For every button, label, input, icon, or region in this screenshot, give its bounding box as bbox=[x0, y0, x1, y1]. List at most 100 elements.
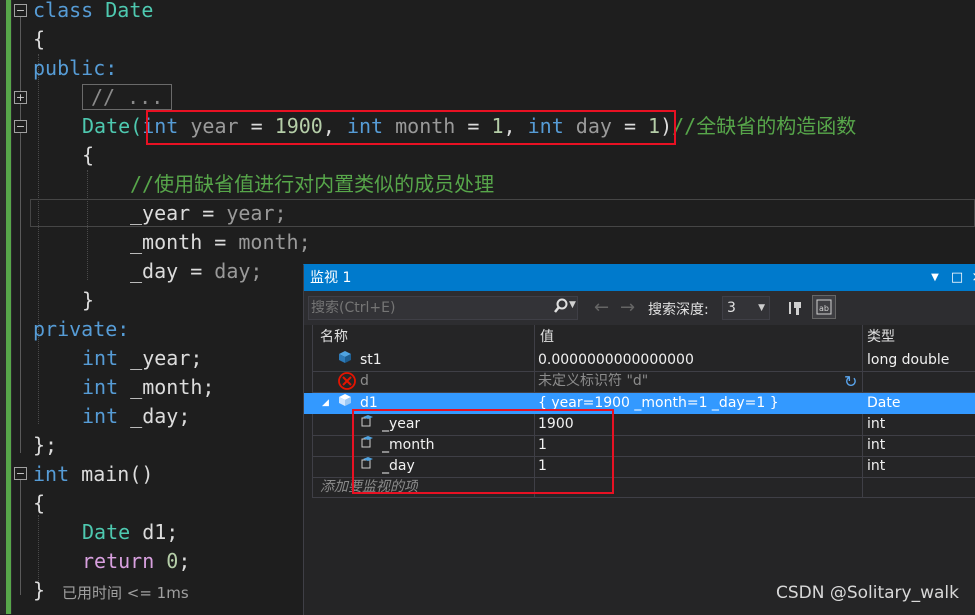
table-row[interactable]: st1 0.0000000000000000 long double bbox=[304, 350, 975, 371]
keyword: class bbox=[33, 0, 94, 22]
depth-label: 搜索深度: bbox=[648, 302, 709, 318]
watch-name: st1 bbox=[360, 352, 382, 368]
elapsed-time-hint: 已用时间 <= 1ms bbox=[62, 584, 189, 602]
search-icon[interactable] bbox=[553, 298, 569, 320]
code-line-6[interactable]: { bbox=[82, 141, 94, 170]
row-divider bbox=[312, 497, 975, 498]
code-line-16[interactable]: }; bbox=[33, 431, 57, 460]
table-row[interactable]: d 未定义标识符 "d" ↻ bbox=[304, 371, 975, 392]
code-line-4[interactable]: // ... bbox=[82, 83, 173, 112]
class-name: Date bbox=[105, 0, 154, 22]
comment: //全缺省的构造函数 bbox=[672, 114, 857, 138]
watermark: CSDN @Solitary_walk bbox=[775, 583, 959, 603]
constructor-name: Date( bbox=[82, 114, 143, 138]
code-line-3[interactable]: public: bbox=[33, 54, 117, 83]
back-arrow-icon[interactable]: ← bbox=[594, 297, 609, 318]
column-header-name[interactable]: 名称 bbox=[320, 325, 530, 349]
depth-value: 3 bbox=[727, 300, 736, 316]
expand-triangle-icon[interactable]: ◢ bbox=[322, 393, 329, 414]
refresh-icon[interactable]: ↻ bbox=[844, 371, 857, 392]
variable: d1; bbox=[130, 520, 179, 544]
watch-toolbar: ▼ ← → bbox=[304, 291, 975, 325]
code-line-8[interactable]: _year = year; bbox=[130, 199, 287, 228]
code-line-21[interactable]: } bbox=[33, 576, 45, 605]
code-line-2[interactable]: { bbox=[33, 25, 45, 54]
code-line-18[interactable]: { bbox=[33, 489, 45, 518]
indent-guide bbox=[38, 515, 39, 585]
operator: = bbox=[178, 259, 215, 283]
forward-arrow-icon[interactable]: → bbox=[620, 297, 635, 318]
watch-value[interactable]: 0.0000000000000000 bbox=[538, 350, 694, 371]
fold-line bbox=[20, 480, 21, 595]
watch-type: Date bbox=[867, 395, 901, 411]
watch-type: int bbox=[867, 437, 886, 453]
keyword: int bbox=[33, 462, 70, 486]
function-name: main() bbox=[69, 462, 154, 486]
maximize-icon[interactable]: □ bbox=[948, 265, 966, 291]
keyword: int bbox=[82, 404, 119, 428]
close-icon[interactable]: × bbox=[968, 265, 975, 291]
operator: = bbox=[202, 230, 239, 254]
keyword: int bbox=[82, 375, 119, 399]
search-box[interactable]: ▼ bbox=[308, 296, 578, 320]
comment: //使用缺省值进行对内置类似的成员处理 bbox=[130, 172, 495, 196]
brace: { bbox=[82, 143, 95, 167]
dropdown-arrow-icon[interactable]: ▼ bbox=[926, 265, 944, 291]
code-line-17[interactable]: int main() bbox=[33, 460, 153, 489]
variable-icon bbox=[338, 393, 352, 414]
parameter: month; bbox=[238, 230, 311, 254]
fold-toggle-icon[interactable]: − bbox=[14, 467, 27, 480]
semicolon: ; bbox=[178, 549, 191, 573]
column-header-value[interactable]: 值 bbox=[540, 325, 860, 349]
collapsed-region[interactable]: // ... bbox=[82, 84, 173, 110]
code-line-7[interactable]: //使用缺省值进行对内置类似的成员处理 bbox=[130, 170, 494, 199]
keyword: int bbox=[82, 346, 119, 370]
error-icon bbox=[338, 372, 356, 393]
search-input[interactable] bbox=[311, 299, 541, 317]
fold-line bbox=[20, 17, 21, 91]
fold-line bbox=[20, 133, 21, 453]
depth-select[interactable]: 3 ▼ bbox=[722, 296, 770, 320]
code-line-12[interactable]: private: bbox=[33, 315, 129, 344]
member: _day; bbox=[118, 404, 191, 428]
code-line-14[interactable]: int _month; bbox=[82, 373, 214, 402]
code-line-9[interactable]: _month = month; bbox=[130, 228, 311, 257]
keyword: return bbox=[82, 549, 155, 573]
code-line-11[interactable]: } bbox=[82, 286, 94, 315]
code-line-20[interactable]: return 0; bbox=[82, 547, 190, 576]
brace: }; bbox=[33, 433, 58, 457]
parameter: year; bbox=[226, 201, 287, 225]
watch-window[interactable]: 监视 1 ▼ □ × ▼ ← → 搜索深度: 3▼ ab 名称 值 类型 st1… bbox=[303, 264, 975, 615]
code-line-1[interactable]: class Date bbox=[33, 0, 153, 25]
access-specifier: public: bbox=[33, 56, 118, 80]
chevron-down-icon: ▼ bbox=[758, 303, 765, 313]
code-line-13[interactable]: int _year; bbox=[82, 344, 202, 373]
highlight-box-params bbox=[146, 110, 676, 145]
variable-icon bbox=[338, 350, 352, 371]
member: _day bbox=[130, 259, 179, 283]
code-line-10[interactable]: _day = day; bbox=[130, 257, 262, 286]
code-line-15[interactable]: int _day; bbox=[82, 402, 190, 431]
watch-type: long double bbox=[867, 352, 950, 368]
fold-toggle-icon[interactable]: − bbox=[14, 4, 27, 17]
code-line-19[interactable]: Date d1; bbox=[82, 518, 178, 547]
change-indicator-bar bbox=[6, 0, 11, 614]
column-header-type[interactable]: 类型 bbox=[867, 325, 967, 349]
svg-text:ab: ab bbox=[819, 304, 829, 313]
highlight-box-members bbox=[352, 409, 614, 494]
watch-value: 未定义标识符 "d" bbox=[538, 373, 649, 389]
watch-title-bar[interactable]: 监视 1 ▼ □ × bbox=[304, 265, 975, 291]
fold-toggle-icon[interactable]: − bbox=[14, 120, 27, 133]
member: _year bbox=[130, 201, 191, 225]
expand-toggle-icon[interactable]: + bbox=[14, 91, 27, 104]
hex-display-icon[interactable]: ab bbox=[812, 295, 836, 319]
watch-type: int bbox=[867, 416, 886, 432]
access-specifier: private: bbox=[33, 317, 130, 341]
search-dropdown-icon[interactable]: ▼ bbox=[569, 300, 576, 310]
class-name: Date bbox=[82, 520, 131, 544]
pin-icon[interactable] bbox=[788, 299, 806, 321]
operator: = bbox=[190, 201, 227, 225]
brace: } bbox=[82, 288, 95, 312]
member: _month bbox=[130, 230, 203, 254]
member: _month; bbox=[118, 375, 215, 399]
